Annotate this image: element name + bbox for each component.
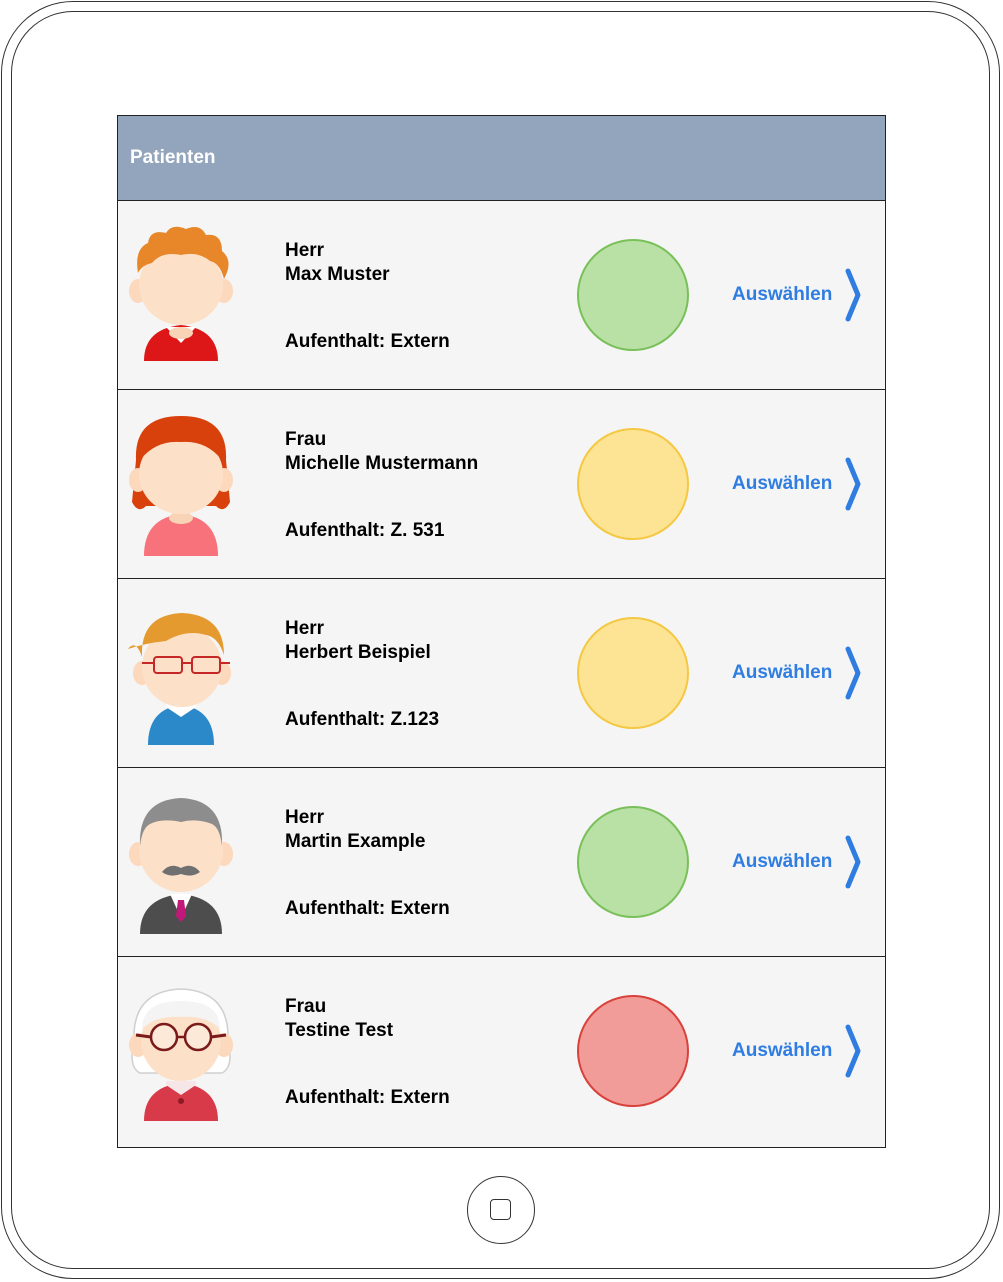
patient-row[interactable]: Herr Martin Example Aufenthalt: Extern A…: [118, 768, 885, 957]
home-button-icon: [490, 1199, 511, 1220]
select-button[interactable]: Auswählen: [732, 645, 862, 701]
patient-list-screen: Patienten Herr Max Muster Aufenthalt: Ex…: [117, 115, 886, 1148]
status-indicator-yellow: [577, 428, 689, 540]
patient-info: Herr Herbert Beispiel Aufenthalt: Z.123: [285, 617, 545, 730]
select-label: Auswählen: [732, 1040, 833, 1061]
patient-stay: Aufenthalt: Z. 531: [285, 520, 445, 541]
boy-curly-hair-avatar: [129, 226, 233, 361]
chevron-right-icon: [845, 1024, 861, 1078]
patient-row[interactable]: Frau Michelle Mustermann Aufenthalt: Z. …: [118, 390, 885, 579]
patient-info: Herr Max Muster Aufenthalt: Extern: [285, 239, 545, 352]
status-indicator-red: [577, 995, 689, 1107]
status-indicator-green: [577, 239, 689, 351]
chevron-right-icon: [845, 268, 861, 322]
patient-info: Frau Michelle Mustermann Aufenthalt: Z. …: [285, 428, 545, 541]
home-button[interactable]: [467, 1176, 535, 1244]
grandma-glasses-avatar: [129, 988, 233, 1121]
patient-name: Max Muster: [285, 264, 390, 285]
select-button[interactable]: Auswählen: [732, 834, 862, 890]
patient-name: Herbert Beispiel: [285, 642, 431, 663]
list-header: Patienten: [118, 116, 885, 201]
page-title: Patienten: [130, 147, 216, 168]
woman-red-hair-avatar: [129, 416, 233, 556]
status-indicator-yellow: [577, 617, 689, 729]
patient-stay: Aufenthalt: Extern: [285, 1087, 450, 1108]
patient-name: Testine Test: [285, 1020, 394, 1041]
select-label: Auswählen: [732, 662, 833, 683]
select-button[interactable]: Auswählen: [732, 456, 862, 512]
select-label: Auswählen: [732, 473, 833, 494]
patient-name: Martin Example: [285, 831, 426, 852]
patient-salutation: Herr: [285, 240, 325, 261]
patient-row[interactable]: Herr Max Muster Aufenthalt: Extern Auswä…: [118, 201, 885, 390]
patient-stay: Aufenthalt: Extern: [285, 331, 450, 352]
patient-row[interactable]: Frau Testine Test Aufenthalt: Extern Aus…: [118, 957, 885, 1145]
patient-salutation: Frau: [285, 996, 327, 1017]
patient-salutation: Herr: [285, 807, 325, 828]
patient-info: Herr Martin Example Aufenthalt: Extern: [285, 806, 545, 919]
select-label: Auswählen: [732, 851, 833, 872]
patient-salutation: Herr: [285, 618, 325, 639]
man-mustache-suit-avatar: [129, 798, 233, 934]
chevron-right-icon: [845, 646, 861, 700]
boy-glasses-avatar: [128, 613, 231, 745]
patient-stay: Aufenthalt: Z.123: [285, 709, 440, 730]
patient-salutation: Frau: [285, 429, 327, 450]
chevron-right-icon: [845, 835, 861, 889]
status-indicator-green: [577, 806, 689, 918]
select-button[interactable]: Auswählen: [732, 267, 862, 323]
patient-stay: Aufenthalt: Extern: [285, 898, 450, 919]
select-label: Auswählen: [732, 284, 833, 305]
patient-info: Frau Testine Test Aufenthalt: Extern: [285, 995, 545, 1108]
select-button[interactable]: Auswählen: [732, 1023, 862, 1079]
patient-row[interactable]: Herr Herbert Beispiel Aufenthalt: Z.123 …: [118, 579, 885, 768]
patient-name: Michelle Mustermann: [285, 453, 479, 474]
chevron-right-icon: [845, 457, 861, 511]
